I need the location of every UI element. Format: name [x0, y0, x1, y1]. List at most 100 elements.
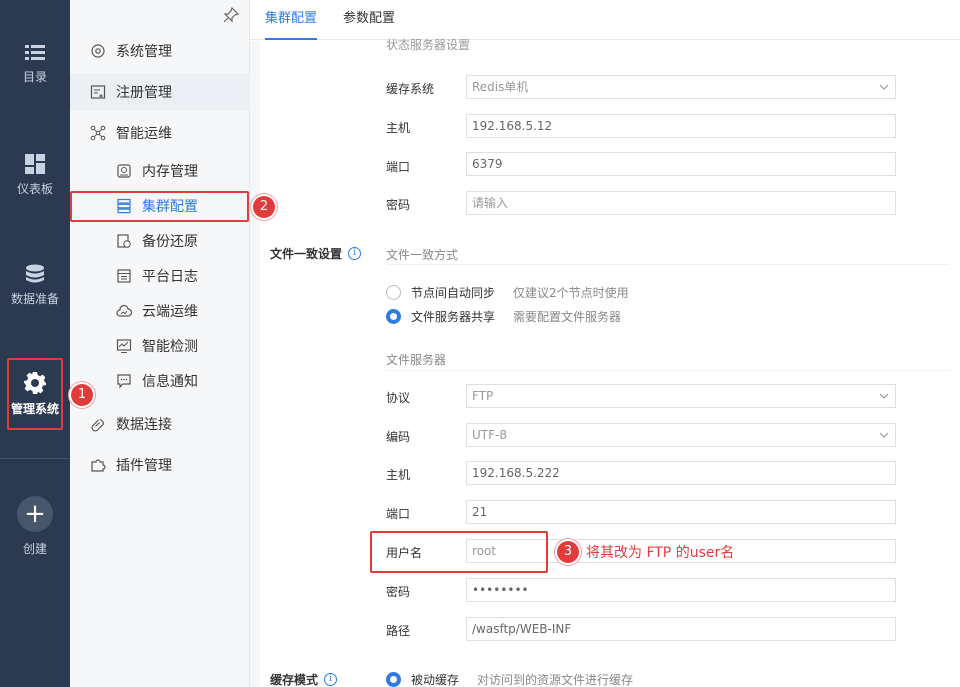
radio-label: 被动缓存 [411, 673, 460, 687]
network-icon [90, 125, 106, 141]
radio-hint: 仅建议2个节点时使用 [513, 286, 629, 300]
radio-file-server[interactable]: 文件服务器共享 需要配置文件服务器 [386, 308, 621, 325]
log-icon [117, 269, 131, 283]
settings-panel: 状态服务器设置 缓存系统 Redis单机 主机 192.168.5.12 端口 … [260, 38, 960, 687]
nav-label: 插件管理 [116, 458, 172, 474]
radio-label: 节点间自动同步 [411, 286, 496, 300]
cloud-icon [116, 304, 132, 317]
divider [386, 370, 950, 371]
rail-item-dashboard[interactable]: 仪表板 [0, 154, 70, 197]
host-input[interactable]: 192.168.5.12 [466, 114, 896, 138]
pin-icon[interactable] [222, 6, 240, 24]
radio-button-selected[interactable] [386, 309, 401, 324]
protocol-select[interactable]: FTP [466, 384, 896, 408]
cache-system-value: Redis单机 [472, 80, 529, 94]
cache-system-label: 缓存系统 [386, 82, 435, 96]
nav-label: 智能运维 [116, 126, 172, 142]
encoding-value: UTF-8 [472, 428, 507, 442]
nav-item-system[interactable]: 系统管理 [70, 33, 250, 69]
nav-label: 云端运维 [142, 304, 198, 320]
nav-label: 信息通知 [142, 374, 198, 390]
message-icon [117, 374, 131, 389]
password-input[interactable]: 请输入 [466, 191, 896, 215]
rail-label: 仪表板 [16, 182, 53, 196]
path-input[interactable]: /wasftp/WEB-INF [466, 617, 896, 641]
encoding-label: 编码 [386, 430, 411, 444]
info-icon[interactable]: i [324, 673, 338, 686]
tab-cluster-config[interactable]: 集群配置 [265, 0, 318, 40]
annotation-badge-3: 3 [557, 541, 579, 563]
chevron-down-icon [879, 432, 889, 438]
chevron-down-icon [879, 393, 889, 399]
rail-item-create[interactable]: + 创建 [0, 496, 70, 557]
nav-item-data-connection[interactable]: 数据连接 [70, 406, 250, 442]
annotation-box-management [7, 358, 63, 430]
nav-item-register[interactable]: 注册管理 [70, 74, 250, 110]
nav-item-memory[interactable]: 内存管理 [70, 153, 250, 189]
tab-param-config[interactable]: 参数配置 [343, 0, 395, 40]
link-icon [91, 418, 105, 432]
plus-icon: + [17, 496, 53, 532]
host-label: 主机 [386, 121, 411, 135]
radio-auto-sync[interactable]: 节点间自动同步 仅建议2个节点时使用 [386, 284, 629, 301]
backup-icon [117, 234, 131, 248]
nav-label: 数据连接 [116, 417, 172, 433]
nav-item-smart-ops[interactable]: 智能运维 [70, 115, 250, 151]
plugin-icon [91, 459, 106, 472]
nav-item-notification[interactable]: 信息通知 [70, 363, 250, 399]
nav-item-smart-detect[interactable]: 智能检测 [70, 328, 250, 364]
radio-button-selected[interactable] [386, 672, 401, 687]
rail-item-catalog[interactable]: 目录 [0, 44, 70, 85]
monitor-icon [116, 339, 132, 353]
tab-bar: 集群配置 参数配置 [250, 0, 960, 40]
nav-label: 平台日志 [142, 269, 198, 285]
password-label: 密码 [386, 198, 411, 212]
ftp-port-label: 端口 [386, 507, 411, 521]
file-mode-title: 文件一致方式 [386, 248, 459, 262]
nav-label: 备份还原 [142, 234, 198, 250]
rail-label: 创建 [22, 542, 47, 556]
nav-item-platform-log[interactable]: 平台日志 [70, 258, 250, 294]
radio-button[interactable] [386, 285, 401, 300]
nav-item-cloud-ops[interactable]: 云端运维 [70, 293, 250, 329]
ftp-host-label: 主机 [386, 468, 411, 482]
annotation-badge-2: 2 [253, 196, 275, 218]
nav-item-plugin[interactable]: 插件管理 [70, 447, 250, 483]
chevron-down-icon [879, 84, 889, 90]
secondary-nav: 系统管理 注册管理 智能运维 内存管理 集群配置 备份还原 平台日志 云端运维 … [70, 0, 250, 687]
protocol-value: FTP [472, 389, 494, 403]
ftp-password-input[interactable]: •••••••• [466, 578, 896, 602]
file-consistency-text: 文件一致设置 [270, 247, 343, 261]
cache-mode-label: 缓存模式 i [270, 671, 338, 687]
cache-system-select[interactable]: Redis单机 [466, 75, 896, 99]
radio-hint: 对访问到的资源文件进行缓存 [477, 673, 634, 687]
ftp-password-label: 密码 [386, 585, 411, 599]
port-label: 端口 [386, 160, 411, 174]
encoding-select[interactable]: UTF-8 [466, 423, 896, 447]
ftp-port-input[interactable]: 21 [466, 500, 896, 524]
annotation-box-cluster [70, 191, 249, 222]
dashboard-icon [25, 154, 45, 174]
port-input[interactable]: 6379 [466, 152, 896, 176]
path-label: 路径 [386, 624, 411, 638]
annotation-note: 将其改为 FTP 的user名 [586, 545, 735, 561]
gear-outline-icon [91, 44, 105, 58]
rail-item-data-prep[interactable]: 数据准备 [0, 264, 70, 307]
divider [386, 264, 950, 265]
nav-item-backup[interactable]: 备份还原 [70, 223, 250, 259]
memory-icon [117, 164, 131, 178]
radio-label: 文件服务器共享 [411, 310, 496, 324]
ftp-host-input[interactable]: 192.168.5.222 [466, 461, 896, 485]
cache-mode-text: 缓存模式 [270, 673, 319, 687]
rail-divider [0, 458, 70, 459]
list-icon [25, 45, 45, 60]
database-icon [26, 264, 44, 283]
info-icon[interactable]: i [348, 247, 362, 260]
rail-label: 数据准备 [10, 292, 59, 306]
protocol-label: 协议 [386, 391, 411, 405]
nav-label: 智能检测 [142, 339, 198, 355]
nav-label: 系统管理 [116, 44, 172, 60]
register-icon [90, 85, 106, 99]
file-server-title: 文件服务器 [386, 353, 447, 367]
radio-passive-cache[interactable]: 被动缓存 对访问到的资源文件进行缓存 [386, 671, 633, 687]
